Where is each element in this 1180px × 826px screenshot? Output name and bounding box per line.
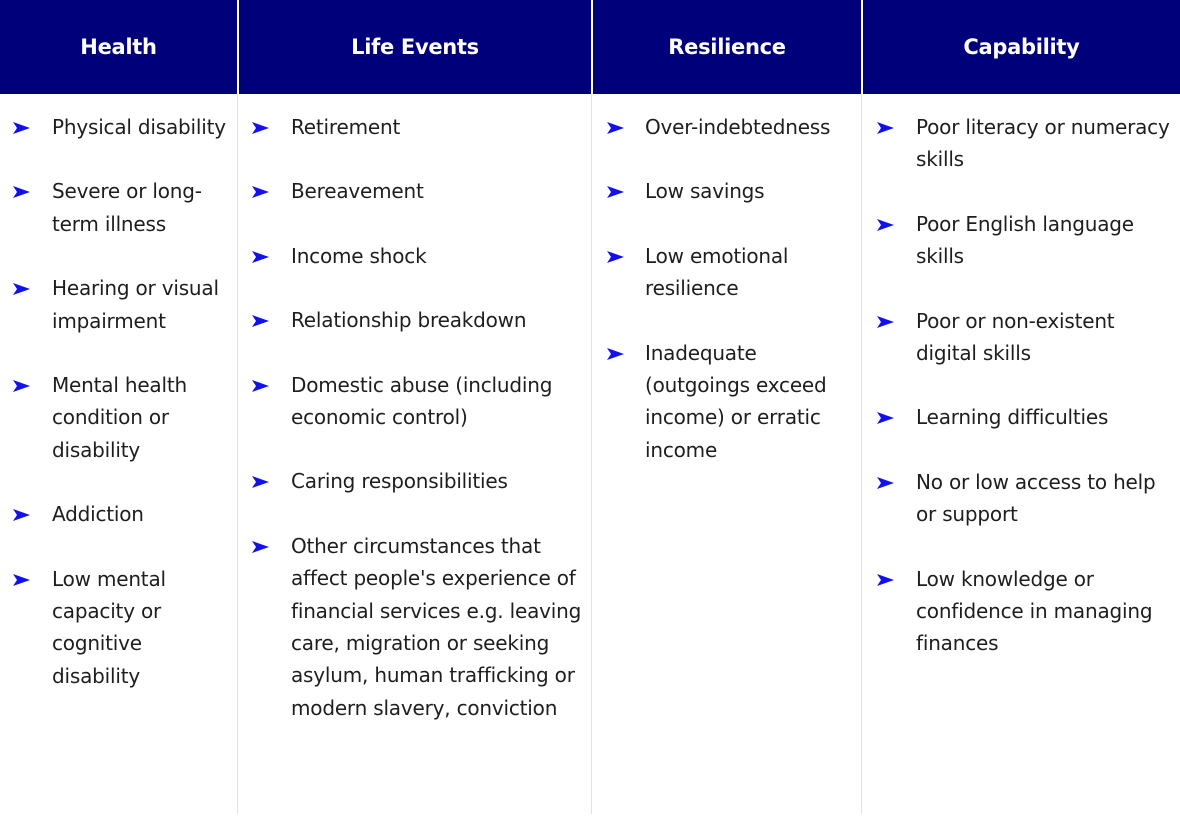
column-health: Health Physical disability Severe or long… (0, 0, 237, 814)
arrow-bullet-icon (252, 540, 269, 553)
list-item-text: Poor or non-existent digital skills (916, 308, 1115, 366)
arrow-bullet-icon (13, 573, 30, 586)
arrow-bullet-icon (13, 122, 30, 134)
list-item-text: Retirement (291, 115, 401, 139)
list-item-text: Poor literacy or numeracy skills (916, 115, 1170, 172)
arrow-bullet-icon (252, 315, 269, 328)
list-item-text: Over-indebtedness (645, 115, 831, 139)
arrow-bullet-icon (607, 186, 624, 199)
column-header: Resilience (591, 0, 861, 94)
list-item-text: Low mental capacity or cognitive disabil… (52, 566, 166, 688)
column-header: Life Events (237, 0, 591, 94)
list-item: Severe or long-term illness (0, 175, 237, 240)
item-list: Over-indebtedness Low savings Low emotiona… (592, 94, 861, 466)
list-item-text: Low savings (645, 179, 765, 204)
arrow-bullet-icon (252, 379, 269, 392)
arrow-bullet-icon (607, 250, 624, 263)
list-item: Bereavement (238, 175, 591, 207)
list-item-text: Poor English language skills (916, 211, 1134, 269)
arrow-bullet-icon (13, 186, 30, 199)
list-item-text: Caring responsibilities (291, 469, 508, 494)
arrow-bullet-icon (877, 122, 894, 134)
list-item-text: Physical disability (52, 115, 226, 139)
list-item-text: Inadequate (outgoings exceed income) or … (645, 340, 827, 462)
item-list: Retirement Bereavement Income shock Relatio… (238, 94, 591, 724)
arrow-bullet-icon (13, 509, 30, 522)
list-item-text: Mental health condition or disability (52, 373, 187, 462)
item-list: Physical disability Severe or long-term i… (0, 94, 237, 692)
list-item-text: Addiction (52, 502, 144, 527)
arrow-bullet-icon (877, 218, 894, 231)
arrow-bullet-icon (252, 250, 269, 263)
list-item-text: Domestic abuse (including economic contr… (291, 372, 553, 430)
list-item-text: Income shock (291, 243, 427, 268)
list-item: Income shock (238, 240, 591, 272)
list-item-text: Learning difficulties (916, 405, 1109, 430)
arrow-bullet-icon (877, 315, 894, 328)
list-item-text: Bereavement (291, 179, 424, 204)
arrow-bullet-icon (13, 283, 30, 296)
list-item: Caring responsibilities (238, 465, 591, 497)
list-item: Addiction (0, 498, 237, 530)
list-item: Domestic abuse (including economic contr… (238, 369, 591, 434)
list-item: Other circumstances that affect people's… (238, 530, 591, 724)
arrow-bullet-icon (607, 122, 624, 134)
list-item: Over-indebtedness (592, 111, 861, 143)
list-item-text: No or low access to help or support (916, 469, 1156, 527)
column-resilience: Resilience Over-indebtedness Low savings L… (591, 0, 861, 814)
list-item: Hearing or visual impairment (0, 272, 237, 337)
item-list: Poor literacy or numeracy skills Poor Eng… (862, 94, 1180, 660)
list-item: Learning difficulties (862, 401, 1180, 433)
list-item: Poor literacy or numeracy skills (862, 111, 1180, 176)
list-item: Poor or non-existent digital skills (862, 305, 1180, 370)
arrow-bullet-icon (252, 122, 269, 134)
column-header: Health (0, 0, 237, 94)
list-item-text: Relationship breakdown (291, 308, 527, 333)
arrow-bullet-icon (13, 380, 30, 393)
list-item: Low mental capacity or cognitive disabil… (0, 563, 237, 693)
list-item: Mental health condition or disability (0, 369, 237, 466)
arrow-bullet-icon (877, 573, 894, 586)
list-item-text: Low emotional resilience (645, 243, 789, 301)
list-item-text: Other circumstances that affect people's… (291, 533, 582, 720)
list-item: Relationship breakdown (238, 304, 591, 336)
list-item: Low knowledge or confidence in managing … (862, 563, 1180, 660)
list-item: Physical disability (0, 111, 237, 143)
column-header: Capability (861, 0, 1180, 94)
arrow-bullet-icon (877, 476, 894, 489)
arrow-bullet-icon (252, 186, 269, 199)
arrow-bullet-icon (607, 347, 624, 360)
vulnerability-drivers-table: Health Physical disability Severe or long… (0, 0, 1180, 814)
list-item: Inadequate (outgoings exceed income) or … (592, 337, 861, 467)
column-capability: Capability Poor literacy or numeracy ski… (861, 0, 1180, 814)
list-item-text: Severe or long-term illness (52, 179, 202, 236)
list-item: Poor English language skills (862, 208, 1180, 273)
arrow-bullet-icon (877, 412, 894, 425)
list-item-text: Hearing or visual impairment (52, 276, 219, 333)
list-item: No or low access to help or support (862, 466, 1180, 531)
list-item: Low emotional resilience (592, 240, 861, 305)
arrow-bullet-icon (252, 476, 269, 489)
list-item: Low savings (592, 175, 861, 207)
list-item-text: Low knowledge or confidence in managing … (916, 566, 1153, 656)
column-life-events: Life Events Retirement Bereavement Income … (237, 0, 591, 814)
list-item: Retirement (238, 111, 591, 143)
